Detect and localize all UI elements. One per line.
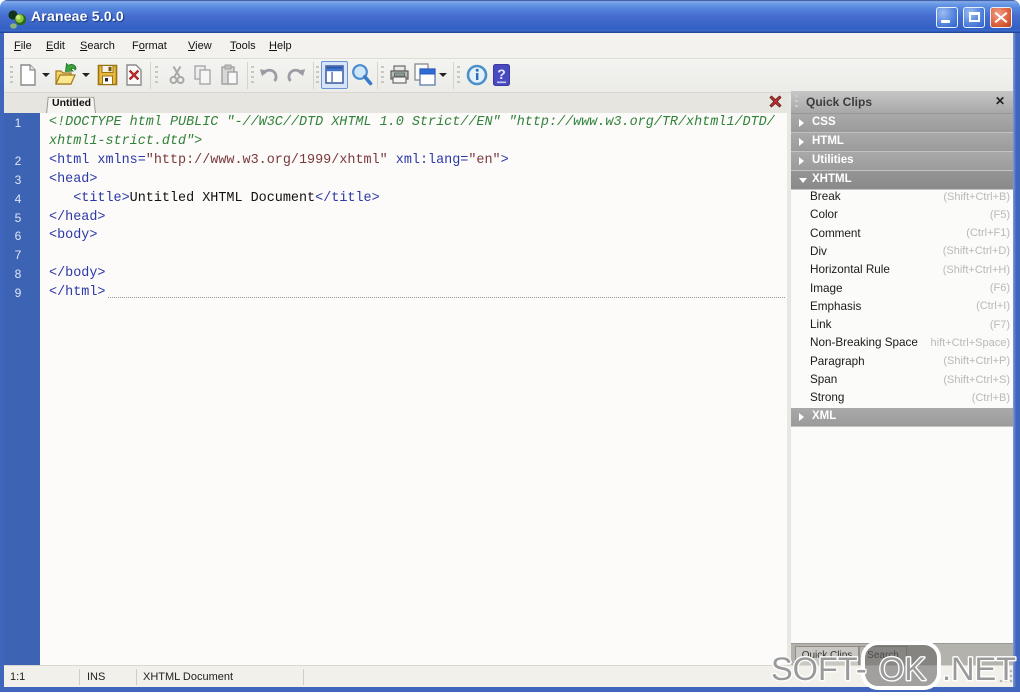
svg-text:OK: OK [879, 651, 926, 687]
svg-text:?: ? [497, 66, 506, 82]
svg-text:SOFT-: SOFT- [771, 651, 867, 687]
svg-text:.NET: .NET [942, 651, 1016, 687]
